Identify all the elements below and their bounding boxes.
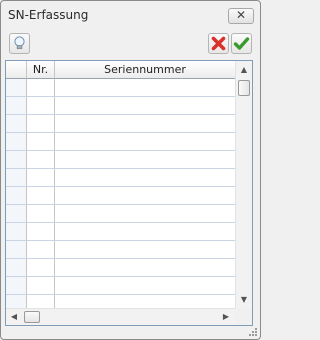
seriennummer-cell[interactable] <box>55 79 235 96</box>
seriennummer-cell[interactable] <box>55 115 235 132</box>
lightbulb-icon <box>14 36 25 50</box>
seriennummer-cell[interactable] <box>55 223 235 240</box>
row-selector[interactable] <box>6 205 27 222</box>
row-selector[interactable] <box>6 133 27 150</box>
close-icon: ✕ <box>235 8 247 22</box>
close-button[interactable]: ✕ <box>228 8 254 24</box>
table-row[interactable] <box>6 115 235 133</box>
column-header-selector <box>6 61 27 79</box>
window-title: SN-Erfassung <box>8 8 89 22</box>
column-header-seriennummer[interactable]: Seriennummer <box>55 61 235 79</box>
row-selector[interactable] <box>6 151 27 168</box>
seriennummer-cell[interactable] <box>55 277 235 294</box>
table-row[interactable] <box>6 169 235 187</box>
seriennummer-cell[interactable] <box>55 133 235 150</box>
seriennummer-cell[interactable] <box>55 187 235 204</box>
vertical-scrollbar[interactable]: ▲ ▼ <box>235 61 252 308</box>
table-row[interactable] <box>6 241 235 259</box>
table-row[interactable] <box>6 151 235 169</box>
scroll-up-arrow-icon[interactable]: ▲ <box>236 61 252 78</box>
nr-cell[interactable] <box>27 277 55 294</box>
seriennummer-cell[interactable] <box>55 259 235 276</box>
nr-cell[interactable] <box>27 79 55 96</box>
nr-cell[interactable] <box>27 187 55 204</box>
confirm-button[interactable] <box>231 33 252 54</box>
vertical-scroll-thumb[interactable] <box>238 80 250 96</box>
table-row[interactable] <box>6 187 235 205</box>
scroll-down-arrow-icon[interactable]: ▼ <box>236 291 252 308</box>
row-selector[interactable] <box>6 115 27 132</box>
table-row[interactable] <box>6 97 235 115</box>
serial-number-grid[interactable]: Nr. Seriennummer ▲ ▼ ◀ ▶ <box>5 60 253 326</box>
title-bar[interactable]: SN-Erfassung ✕ <box>1 1 260 28</box>
row-selector[interactable] <box>6 97 27 114</box>
nr-cell[interactable] <box>27 205 55 222</box>
row-selector[interactable] <box>6 187 27 204</box>
horizontal-scrollbar[interactable]: ◀ ▶ <box>6 308 235 325</box>
table-row[interactable] <box>6 277 235 295</box>
seriennummer-cell[interactable] <box>55 151 235 168</box>
table-row[interactable] <box>6 259 235 277</box>
nr-cell[interactable] <box>27 169 55 186</box>
horizontal-scroll-thumb[interactable] <box>24 311 40 323</box>
nr-cell[interactable] <box>27 151 55 168</box>
nr-cell[interactable] <box>27 133 55 150</box>
row-selector[interactable] <box>6 79 27 96</box>
nr-cell[interactable] <box>27 115 55 132</box>
table-row[interactable] <box>6 79 235 97</box>
seriennummer-cell[interactable] <box>55 169 235 186</box>
row-selector[interactable] <box>6 259 27 276</box>
resize-grip-icon[interactable] <box>248 327 258 337</box>
seriennummer-cell[interactable] <box>55 241 235 258</box>
nr-cell[interactable] <box>27 97 55 114</box>
row-selector[interactable] <box>6 241 27 258</box>
row-selector[interactable] <box>6 277 27 294</box>
scroll-left-arrow-icon[interactable]: ◀ <box>6 309 22 325</box>
hint-button[interactable] <box>9 33 30 54</box>
scrollbar-corner <box>235 308 252 325</box>
table-row[interactable] <box>6 205 235 223</box>
nr-cell[interactable] <box>27 259 55 276</box>
red-x-icon <box>211 36 226 51</box>
seriennummer-cell[interactable] <box>55 205 235 222</box>
table-row[interactable] <box>6 223 235 241</box>
column-header-nr[interactable]: Nr. <box>27 61 55 79</box>
green-check-icon <box>233 37 250 50</box>
scroll-right-arrow-icon[interactable]: ▶ <box>218 309 234 325</box>
seriennummer-cell[interactable] <box>55 97 235 114</box>
table-row[interactable] <box>6 133 235 151</box>
row-selector[interactable] <box>6 169 27 186</box>
nr-cell[interactable] <box>27 223 55 240</box>
nr-cell[interactable] <box>27 241 55 258</box>
cancel-button[interactable] <box>208 33 229 54</box>
sn-erfassung-window: SN-Erfassung ✕ Nr. Seriennummer ▲ ▼ ◀ ▶ <box>0 0 261 340</box>
row-selector[interactable] <box>6 223 27 240</box>
